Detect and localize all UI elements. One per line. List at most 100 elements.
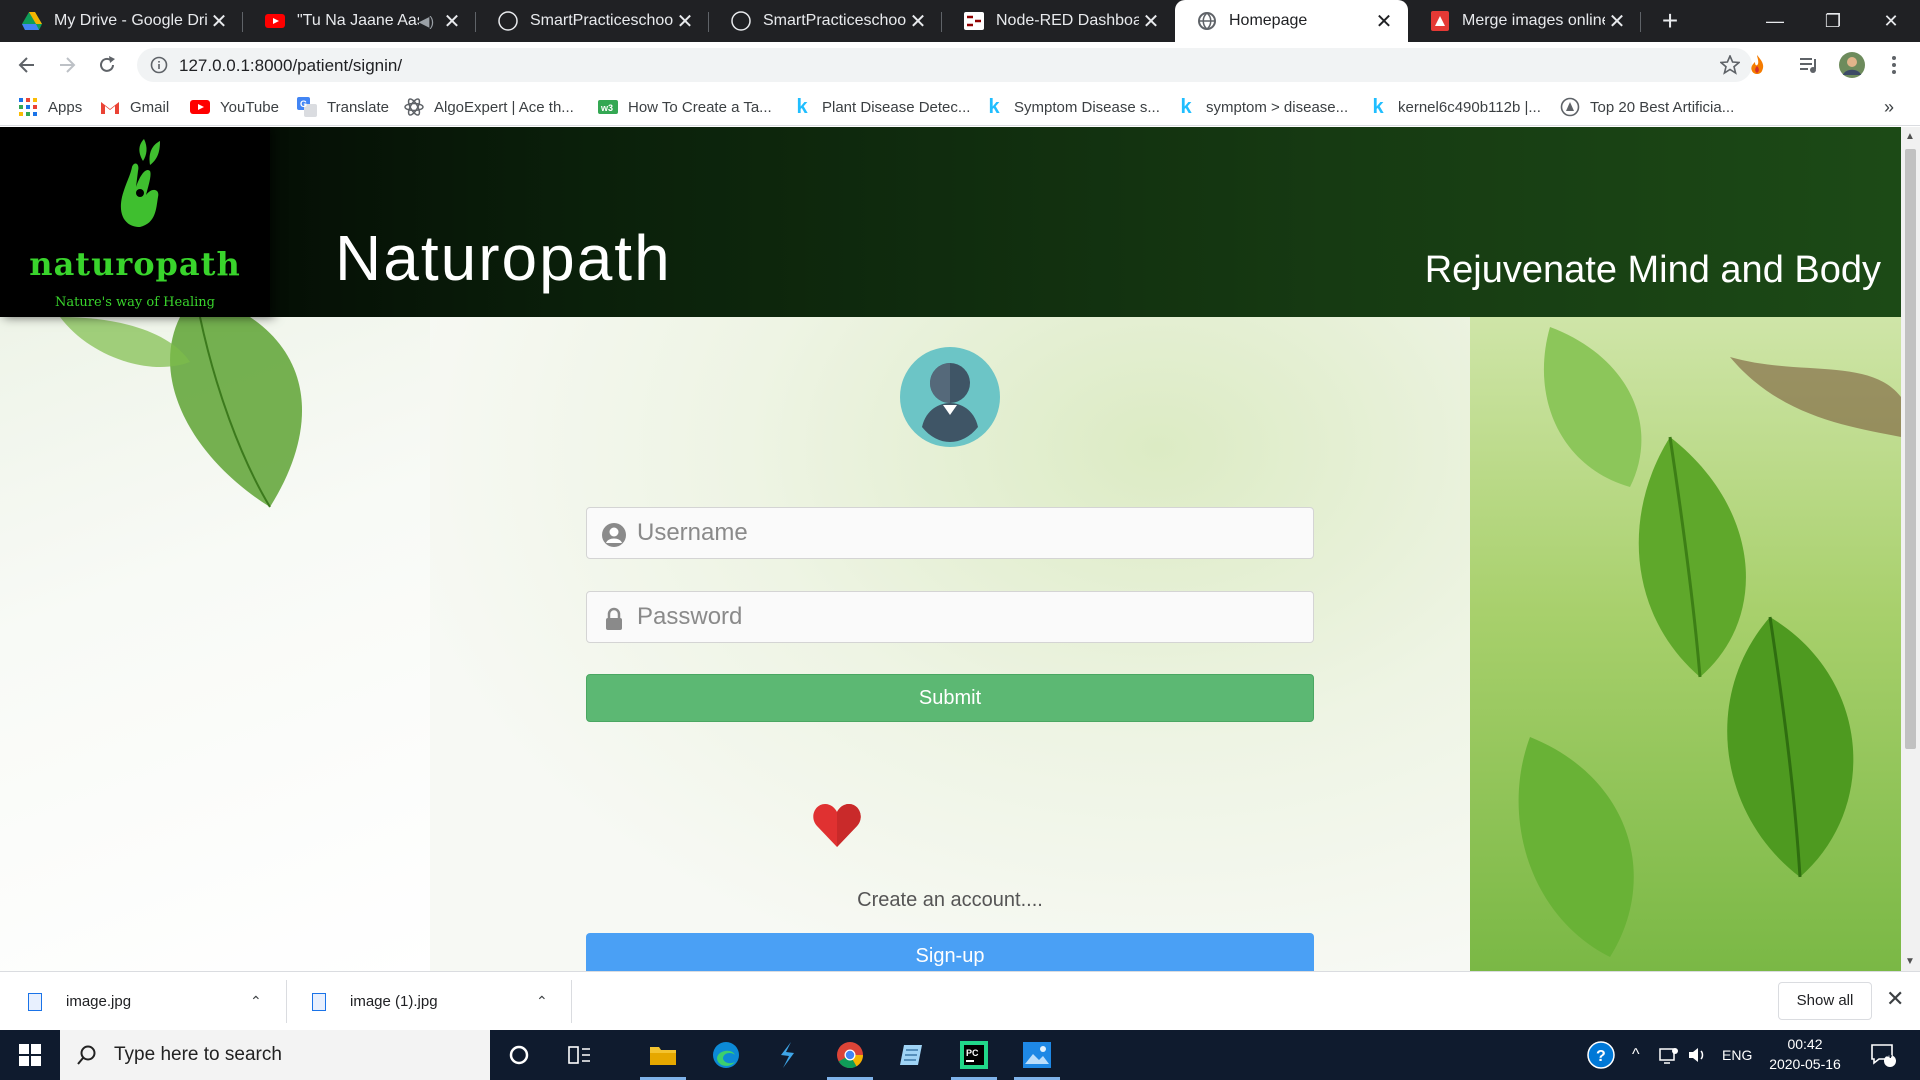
username-input[interactable] [637,516,1297,550]
language-indicator[interactable]: ENG [1722,1030,1752,1080]
bookmark-symptom-disease[interactable]: k Symptom Disease s... [984,88,1160,126]
bookmark-gmail[interactable]: Gmail [100,88,169,126]
github-icon [731,11,751,31]
address-bar[interactable]: 127.0.0.1:8000/patient/signin/ [137,48,1752,82]
pycharm-icon[interactable]: PC [945,1030,1003,1080]
bookmark-label: Translate [327,98,389,116]
tab-node-red[interactable]: Node-RED Dashboard ✕ [942,0,1175,42]
tab-github-2[interactable]: SmartPracticeschool/IISPS ✕ [709,0,942,42]
visual-studio-code-icon[interactable] [758,1030,816,1080]
reload-icon[interactable] [91,49,123,81]
task-view-icon[interactable] [551,1030,609,1080]
close-tab-icon[interactable]: ✕ [1605,9,1629,34]
media-queue-icon[interactable] [1796,51,1824,79]
user-circle-icon [602,523,626,547]
bookmarks-overflow-button[interactable]: » [1884,88,1894,126]
close-tab-icon[interactable]: ✕ [906,9,930,34]
bookmark-algoexpert[interactable]: AlgoExpert | Ace th... [404,88,574,126]
tab-youtube-song[interactable]: "Tu Na Jaane Aas Paas Hai Khuda ◀) ✕ [243,0,476,42]
photos-app-icon[interactable] [1008,1030,1066,1080]
bookmark-kernel[interactable]: k kernel6c490b112b |... [1368,88,1540,126]
back-icon[interactable] [11,49,43,81]
system-clock[interactable]: 00:42 2020-05-16 [1755,1034,1855,1074]
edge-browser-icon[interactable] [697,1030,755,1080]
site-title: Naturopath [335,222,672,294]
gmail-icon [100,97,120,117]
bookmark-symptom-to-disease[interactable]: k symptom > disease... [1176,88,1348,126]
close-download-shelf-icon[interactable]: ✕ [1886,986,1904,1012]
chevron-up-icon[interactable]: ⌃ [250,993,262,1010]
browser-menu-icon[interactable] [1880,51,1908,79]
site-logo[interactable]: naturopath Nature's way of Healing [0,127,270,317]
node-red-icon [964,11,984,31]
submit-button[interactable]: Submit [586,674,1314,722]
svg-text:PC: PC [966,1048,979,1058]
tab-merge-images[interactable]: Merge images online ✕ [1408,0,1641,42]
create-account-text: Create an account.... [857,889,1043,911]
username-field[interactable] [586,507,1314,559]
volume-icon[interactable] [1688,1030,1708,1080]
download-item[interactable]: image.jpg ⌃ [28,972,268,1031]
bookmark-label: Top 20 Best Artificia... [1590,98,1735,116]
bookmark-apps[interactable]: Apps [18,88,82,126]
tab-title: Merge images online [1462,12,1605,29]
chrome-icon[interactable] [821,1030,879,1080]
bookmark-label: Apps [48,98,83,116]
network-icon[interactable] [1659,1030,1679,1080]
site-info-icon[interactable] [150,56,168,79]
translate-icon: G [297,97,317,117]
close-tab-icon[interactable]: ✕ [673,9,697,34]
hand-leaf-logo-icon [120,139,160,227]
close-tab-icon[interactable]: ✕ [1139,9,1163,34]
notepad-icon[interactable] [882,1030,940,1080]
kaggle-icon: k [1180,95,1192,118]
show-all-downloads-button[interactable]: Show all [1778,982,1872,1020]
tab-google-drive[interactable]: My Drive - Google Drive ✕ [0,0,243,42]
tab-github-1[interactable]: SmartPracticeschool/IISPS ✕ [476,0,709,42]
bookmark-top-20[interactable]: Top 20 Best Artificia... [1560,88,1734,126]
user-avatar-icon [900,347,1000,447]
bookmark-plant-disease[interactable]: k Plant Disease Detec... [792,88,970,126]
bookmark-label: Symptom Disease s... [1014,98,1160,116]
google-drive-icon [22,11,42,31]
scrollbar-thumb[interactable] [1905,149,1916,749]
signup-button[interactable]: Sign-up [586,933,1314,971]
profile-avatar-icon[interactable] [1838,51,1866,79]
download-filename: image (1).jpg [350,993,438,1010]
action-center-icon[interactable]: 4 [1870,1030,1896,1080]
clock-date: 2020-05-16 [1769,1056,1841,1072]
bookmark-how-to-create[interactable]: w3 How To Create a Ta... [598,88,772,126]
download-item[interactable]: image (1).jpg ⌃ [312,972,552,1031]
close-tab-icon[interactable]: ✕ [1372,9,1396,34]
cortana-icon[interactable] [490,1030,548,1080]
bookmark-star-icon[interactable] [1718,53,1742,80]
restore-window-icon[interactable]: ❐ [1804,0,1862,42]
taskbar-search-box[interactable]: Type here to search [60,1030,490,1080]
close-tab-icon[interactable]: ✕ [440,9,464,34]
new-tab-button[interactable]: + [1654,5,1686,37]
scroll-down-icon[interactable]: ▼ [1905,956,1915,967]
close-tab-icon[interactable]: ✕ [207,9,231,34]
bookmark-translate[interactable]: G Translate [297,88,389,126]
chevron-up-icon[interactable]: ⌃ [536,993,548,1010]
password-input[interactable] [637,600,1297,634]
tab-homepage-active[interactable]: Homepage ✕ [1175,0,1408,42]
start-button[interactable] [0,1030,60,1080]
website-icon [1560,97,1580,117]
show-hidden-icons-chevron-icon[interactable]: ^ [1632,1030,1640,1080]
leaf-background-right [1470,317,1901,971]
minimize-window-icon[interactable]: — [1746,0,1804,42]
tab-title: Node-RED Dashboard [996,12,1139,29]
forward-icon[interactable] [51,49,83,81]
browser-tab-strip: My Drive - Google Drive ✕ "Tu Na Jaane A… [0,0,1920,42]
bookmark-youtube[interactable]: YouTube [190,88,279,126]
speaker-muted-icon[interactable]: ◀) [419,13,434,30]
password-field[interactable] [586,591,1314,643]
file-explorer-icon[interactable] [634,1030,692,1080]
page-scrollbar[interactable]: ▲ ▼ [1901,127,1920,971]
bookmark-label: AlgoExpert | Ace th... [434,98,574,116]
close-window-icon[interactable]: ✕ [1862,0,1920,42]
scroll-up-icon[interactable]: ▲ [1905,131,1915,142]
extension-fire-icon[interactable] [1743,51,1771,79]
help-icon[interactable]: ? [1587,1030,1615,1080]
